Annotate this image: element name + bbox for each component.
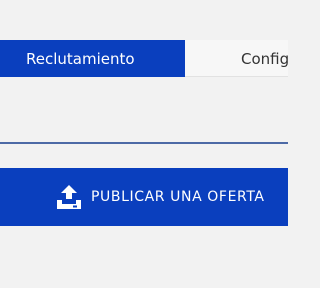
- tab-reclutamiento[interactable]: Reclutamiento: [0, 40, 185, 77]
- tab-bar: Reclutamiento Config: [0, 40, 288, 77]
- tab-configuracion[interactable]: Config: [185, 40, 288, 77]
- publish-offer-button[interactable]: PUBLICAR UNA OFERTA: [0, 168, 288, 226]
- tab-label: Reclutamiento: [26, 49, 135, 68]
- page: Reclutamiento Config PUBLICAR UNA OFERTA: [0, 0, 288, 288]
- content-area: [0, 77, 288, 141]
- tab-label: Config: [241, 49, 288, 68]
- publish-offer-label: PUBLICAR UNA OFERTA: [91, 189, 265, 205]
- upload-icon: [56, 184, 82, 210]
- section-divider: [0, 142, 288, 144]
